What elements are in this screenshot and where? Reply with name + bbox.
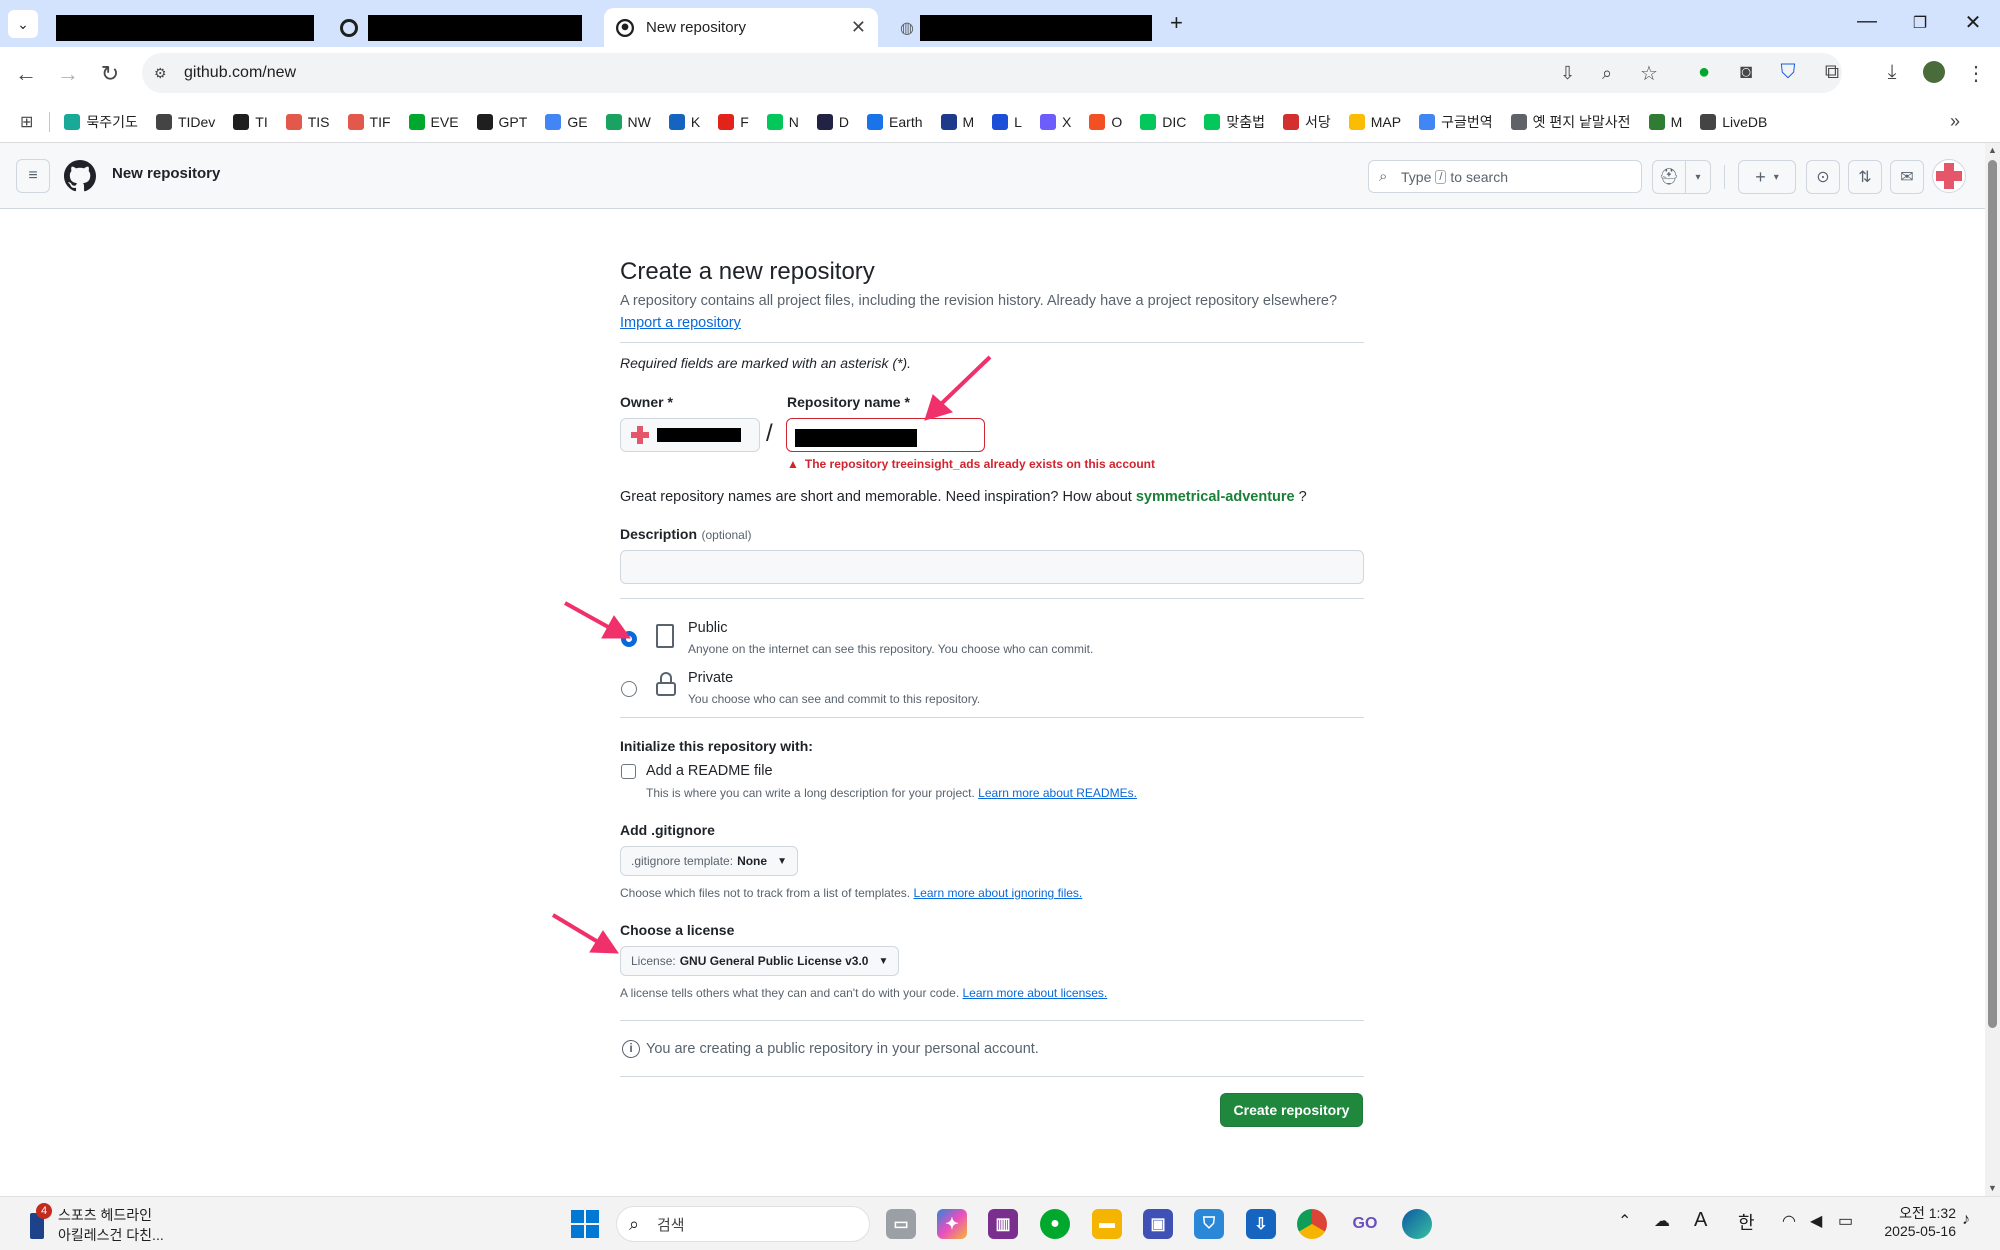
clock-date[interactable]: 2025-05-16	[1876, 1223, 1956, 1239]
save-disk-icon[interactable]: ▣	[1143, 1209, 1173, 1239]
taskbar-search-label: 검색	[657, 1216, 685, 1234]
annotation-arrow-license	[551, 913, 619, 954]
news-widget[interactable]: 4 스포츠 헤드라인 아킬레스건 다친...	[26, 1203, 196, 1245]
search-icon: ⌕	[629, 1213, 640, 1234]
onedrive-icon[interactable]: ☁	[1654, 1211, 1670, 1231]
go-icon[interactable]: GO	[1350, 1209, 1380, 1239]
annotation-arrow-repo-name	[924, 355, 992, 421]
volume-icon[interactable]: ◀	[1810, 1211, 1822, 1231]
news-badge: 4	[36, 1203, 52, 1219]
taskbar-search-box[interactable]: ⌕ 검색	[616, 1206, 870, 1242]
tray-chevron-icon[interactable]: ⌃	[1618, 1211, 1631, 1231]
clock-time[interactable]: 오전 1:32	[1892, 1203, 1956, 1223]
notification-bell-icon[interactable]: ♪	[1962, 1211, 1970, 1229]
battery-icon[interactable]: ▭	[1838, 1211, 1853, 1231]
windows-start-icon[interactable]	[571, 1210, 599, 1238]
task-view-icon[interactable]: ▭	[886, 1209, 916, 1239]
ime-mode-han[interactable]: 한	[1738, 1209, 1755, 1235]
windows-taskbar: 4 스포츠 헤드라인 아킬레스건 다친... ⌕ 검색 ▭ ✦ ▥ ● ▬ ▣ …	[0, 1196, 2000, 1250]
file-explorer-icon[interactable]: ▬	[1092, 1209, 1122, 1239]
annotation-arrow-public	[564, 601, 631, 639]
news-subtitle: 아킬레스건 다친...	[58, 1227, 164, 1243]
defender-icon[interactable]: ⛉	[1194, 1209, 1224, 1239]
wifi-icon[interactable]: ◠	[1782, 1211, 1796, 1231]
news-title: 스포츠 헤드라인	[58, 1207, 153, 1223]
winrar-icon[interactable]: ▥	[988, 1209, 1018, 1239]
app-icon[interactable]: ⇩	[1246, 1209, 1276, 1239]
annotation-arrows	[551, 355, 992, 954]
evernote-icon[interactable]: ●	[1040, 1209, 1070, 1239]
edge-icon[interactable]	[1402, 1209, 1432, 1239]
copilot-icon[interactable]: ✦	[937, 1209, 967, 1239]
ime-mode-a[interactable]: A	[1694, 1209, 1707, 1232]
chrome-icon[interactable]	[1297, 1209, 1327, 1239]
